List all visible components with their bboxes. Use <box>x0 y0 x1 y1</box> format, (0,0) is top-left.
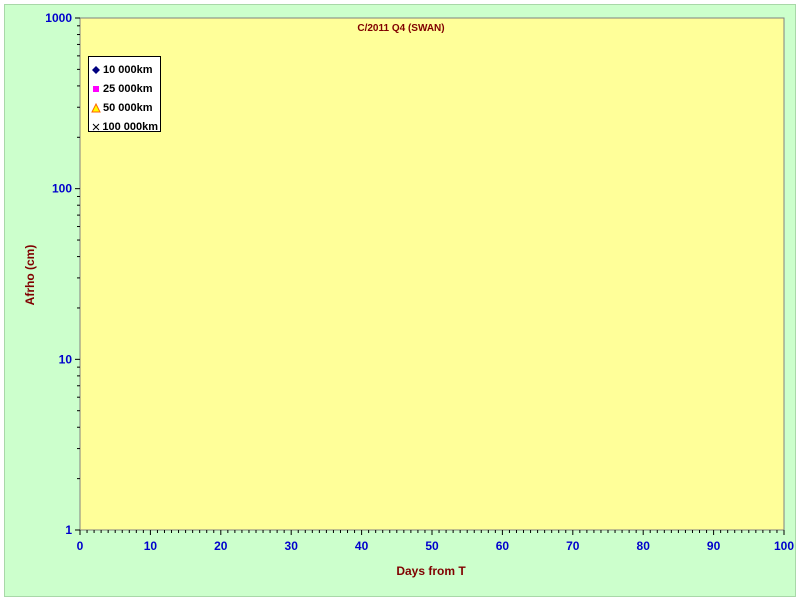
y-axis: 1 10 100 1000 <box>45 11 80 537</box>
legend-label: 100 000km <box>102 120 158 133</box>
legend-item: 10 000km <box>91 60 158 79</box>
x-tick-label: 50 <box>425 539 439 553</box>
x-axis: 0 10 20 30 40 50 60 70 80 90 100 <box>77 530 794 553</box>
y-axis-title: Afrho (cm) <box>23 245 37 306</box>
triangle-marker-icon <box>91 102 101 112</box>
x-tick-label: 40 <box>355 539 369 553</box>
legend-label: 10 000km <box>103 63 153 76</box>
legend-item: 25 000km <box>91 79 158 98</box>
x-tick-label: 0 <box>77 539 84 553</box>
y-tick-label: 100 <box>52 182 72 196</box>
legend-label: 25 000km <box>103 82 153 95</box>
x-tick-label: 80 <box>637 539 651 553</box>
x-tick-label: 30 <box>285 539 299 553</box>
square-marker-icon <box>93 85 99 92</box>
x-tick-label: 70 <box>566 539 580 553</box>
legend-item: 100 000km <box>91 117 158 136</box>
x-tick-label: 20 <box>214 539 228 553</box>
x-tick-label: 90 <box>707 539 721 553</box>
legend: 10 000km 25 000km 50 000km 100 000km <box>88 56 161 133</box>
x-tick-label: 100 <box>774 539 794 553</box>
diamond-marker-icon <box>92 65 100 74</box>
chart-title: C/2011 Q4 (SWAN) <box>357 23 444 34</box>
plot-area <box>79 17 785 531</box>
y-tick-label: 10 <box>59 352 73 366</box>
x-axis-title: Days from T <box>396 564 466 578</box>
x-tick-label: 10 <box>144 539 158 553</box>
legend-item: 50 000km <box>91 98 158 117</box>
y-tick-label: 1 <box>65 523 72 537</box>
x-marker-icon <box>92 123 100 130</box>
x-tick-label: 60 <box>496 539 510 553</box>
y-tick-label: 1000 <box>45 11 72 25</box>
legend-label: 50 000km <box>103 101 153 114</box>
